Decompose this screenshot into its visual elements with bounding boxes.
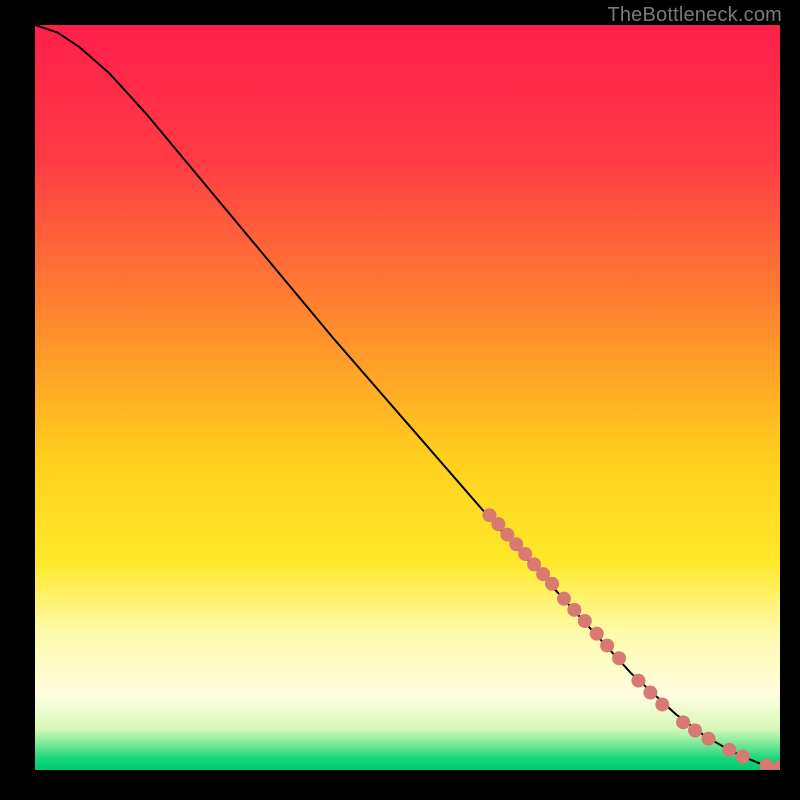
chart-frame: TheBottleneck.com xyxy=(0,0,800,800)
gradient-background xyxy=(35,25,780,770)
marker-point xyxy=(578,614,592,628)
marker-point xyxy=(600,639,614,653)
marker-point xyxy=(676,715,690,729)
marker-point xyxy=(631,674,645,688)
marker-point xyxy=(590,627,604,641)
marker-point xyxy=(612,651,626,665)
marker-point xyxy=(557,592,571,606)
marker-point xyxy=(545,577,559,591)
marker-point xyxy=(701,732,715,746)
watermark-text: TheBottleneck.com xyxy=(607,4,782,27)
marker-point xyxy=(688,724,702,738)
marker-point xyxy=(643,686,657,700)
marker-point xyxy=(567,603,581,617)
marker-point xyxy=(655,697,669,711)
marker-point xyxy=(736,750,750,764)
marker-point xyxy=(722,743,736,757)
plot-area xyxy=(35,25,780,770)
bottleneck-chart xyxy=(35,25,780,770)
